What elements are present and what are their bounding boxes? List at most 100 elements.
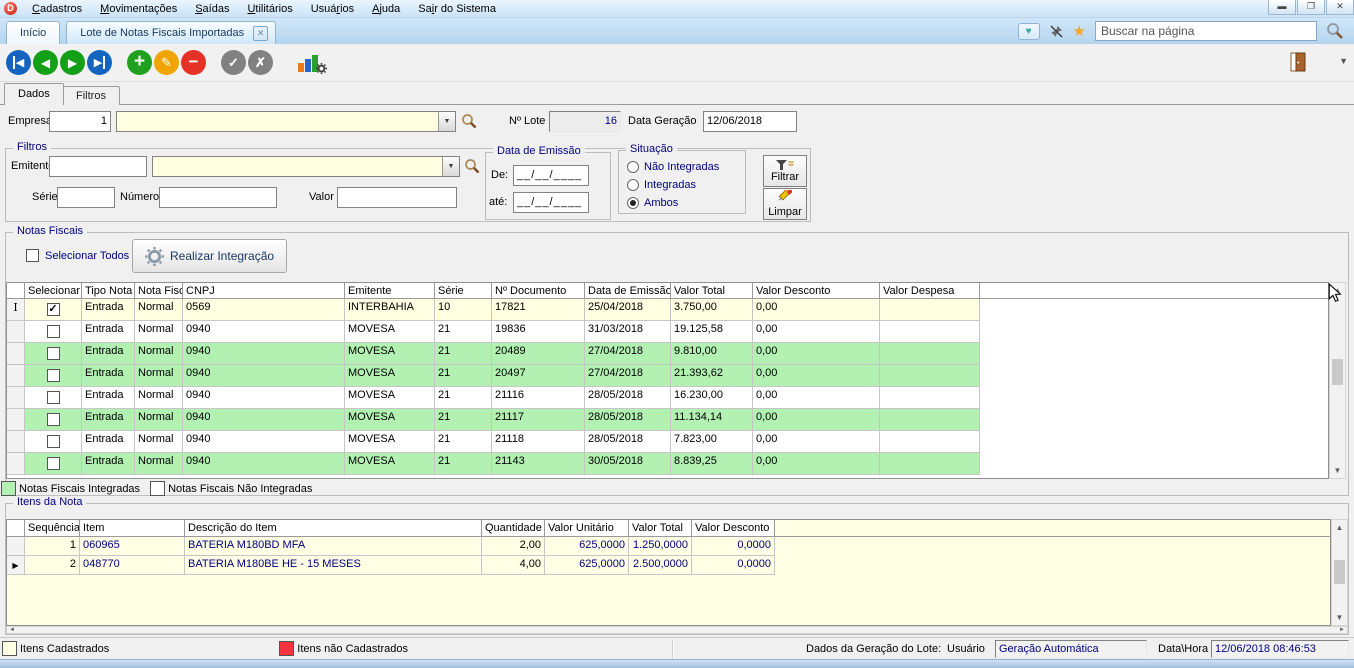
radio-nao-integradas[interactable]: Não Integradas [627,161,739,175]
column-header-selecionar[interactable]: Selecionar [25,283,82,298]
row-select-checkbox[interactable] [47,435,60,448]
confirm-icon[interactable]: ✓ [221,50,246,75]
nav-last-icon[interactable]: ▶ [87,50,112,75]
column-header-valor-desconto[interactable]: Valor Desconto [692,520,775,536]
emitente-input[interactable] [49,156,147,177]
menu-saidas[interactable]: Saídas [186,2,238,16]
row-select-checkbox[interactable]: ✓ [47,303,60,316]
nota-row[interactable]: EntradaNormal0940MOVESA212048927/04/2018… [7,343,980,365]
numero-input[interactable] [159,187,277,208]
cell: 0,00 [753,365,880,387]
filtrar-button[interactable]: = Filtrar [763,155,807,187]
item-row[interactable]: ▶2048770BATERIA M180BE HE - 15 MESES4,00… [7,556,775,575]
empresa-combo[interactable]: ▼ [116,111,456,132]
menu-movimentacoes[interactable]: Movimentações [91,2,186,16]
radio-integradas[interactable]: Integradas [627,179,739,193]
tab-close-icon[interactable]: ✕ [253,26,268,41]
column-header-cnpj[interactable]: CNPJ [183,283,345,298]
row-select-checkbox[interactable] [47,391,60,404]
chevron-down-icon[interactable]: ▼ [438,112,455,131]
search-input[interactable] [1095,21,1317,41]
row-select-checkbox[interactable] [47,457,60,470]
empresa-input[interactable]: 1 [49,111,111,132]
tab-dados[interactable]: Dados [4,83,64,105]
tab-filtros[interactable]: Filtros [62,86,120,105]
data-geracao-input[interactable]: 12/06/2018 [703,111,797,132]
column-header-data-de-emissao[interactable]: Data de Emissão [585,283,671,298]
column-header-valor-total[interactable]: Valor Total [629,520,692,536]
emitente-lookup-icon[interactable] [464,158,480,174]
empresa-lookup-icon[interactable] [461,113,477,129]
nota-row[interactable]: EntradaNormal0940MOVESA211983631/03/2018… [7,321,980,343]
column-header-descricao-do-item[interactable]: Descrição do Item [185,520,482,536]
row-select-checkbox[interactable] [47,369,60,382]
nav-prev-icon[interactable]: ◀ [33,50,58,75]
cell [7,520,25,536]
realizar-integracao-button[interactable]: Realizar Integração [132,239,287,273]
cell: 0940 [183,365,345,387]
favorites-star-icon[interactable]: ★ [1073,22,1086,40]
item-row[interactable]: 1060965BATERIA M180BD MFA2,00625,00001.2… [7,537,775,556]
menu-sair-do-sistema[interactable]: Sair do Sistema [409,2,505,16]
de-input[interactable]: __/__/____ [513,165,589,186]
itens-hscrollbar[interactable]: ◄ ► [6,626,1348,634]
notas-vscrollbar[interactable]: ▲ ▼ [1329,282,1346,479]
radio-button[interactable] [627,197,639,209]
emitente-combo[interactable]: ▼ [152,156,460,177]
exit-door-icon[interactable] [1290,52,1306,75]
serie-input[interactable] [57,187,115,208]
valor-input[interactable] [337,187,457,208]
column-header-valor-desconto[interactable]: Valor Desconto [753,283,880,298]
column-header-valor-unitario[interactable]: Valor Unitário [545,520,629,536]
menu-usuarios[interactable]: Usuários [302,2,363,16]
column-header-quantidade[interactable]: Quantidade [482,520,545,536]
row-select-checkbox[interactable] [47,413,60,426]
row-select-checkbox[interactable] [47,325,60,338]
column-header-nota-fiscal[interactable]: Nota Fiscal [135,283,183,298]
radio-ambos[interactable]: Ambos [627,197,739,211]
tab-inicio[interactable]: Início [6,21,60,44]
ate-input[interactable]: __/__/____ [513,192,589,213]
row-select-checkbox[interactable] [47,347,60,360]
nota-row[interactable]: EntradaNormal0940MOVESA212111728/05/2018… [7,409,980,431]
radio-button[interactable] [627,179,639,191]
column-header-n-documento[interactable]: Nº Documento [492,283,585,298]
column-header-sequencia[interactable]: Sequência [25,520,80,536]
column-header-valor-total[interactable]: Valor Total [671,283,753,298]
column-header-serie[interactable]: Série [435,283,492,298]
close-button[interactable]: ✕ [1326,0,1354,15]
column-header-item[interactable]: Item [80,520,185,536]
nota-row[interactable]: EntradaNormal0940MOVESA212111628/05/2018… [7,387,980,409]
menu-utilitarios[interactable]: Utilitários [238,2,301,16]
chevron-down-icon[interactable]: ▼ [442,157,459,176]
toolbar-dropdown-icon[interactable]: ▼ [1339,56,1348,66]
delete-icon[interactable]: − [181,50,206,75]
add-icon[interactable]: + [127,50,152,75]
radio-button[interactable] [627,161,639,173]
nota-row[interactable]: EntradaNormal0940MOVESA212111828/05/2018… [7,431,980,453]
cell: 27/04/2018 [585,365,671,387]
nota-row[interactable]: EntradaNormal0940MOVESA212049727/04/2018… [7,365,980,387]
tab-overflow-icon[interactable]: ♥ [1018,23,1040,40]
menu-cadastros[interactable]: Cadastros [23,2,91,16]
tab-lote-notas[interactable]: Lote de Notas Fiscais Importadas ✕ [66,21,276,44]
column-header-emitente[interactable]: Emitente [345,283,435,298]
cancel-icon[interactable]: ✗ [248,50,273,75]
nav-first-icon[interactable]: ◀ [6,50,31,75]
column-header-valor-despesa[interactable]: Valor Despesa [880,283,980,298]
edit-icon[interactable]: ✎ [154,50,179,75]
chart-settings-icon[interactable] [297,52,327,74]
selecionar-todos[interactable]: Selecionar Todos [26,249,129,262]
search-icon[interactable] [1326,22,1344,40]
limpar-button[interactable]: Limpar [763,188,807,220]
restore-button[interactable]: ❐ [1297,0,1325,15]
selecionar-todos-checkbox[interactable] [26,249,39,262]
nav-next-icon[interactable]: ▶ [60,50,85,75]
column-header-tipo-nota[interactable]: Tipo Nota [82,283,135,298]
itens-vscrollbar[interactable]: ▲ ▼ [1331,519,1348,626]
pin-off-icon[interactable] [1049,24,1064,39]
nota-row[interactable]: I✓EntradaNormal0569INTERBAHIA101782125/0… [7,299,980,321]
menu-ajuda[interactable]: Ajuda [363,2,409,16]
nota-row[interactable]: EntradaNormal0940MOVESA212114330/05/2018… [7,453,980,475]
minimize-button[interactable]: ▬ [1268,0,1296,15]
